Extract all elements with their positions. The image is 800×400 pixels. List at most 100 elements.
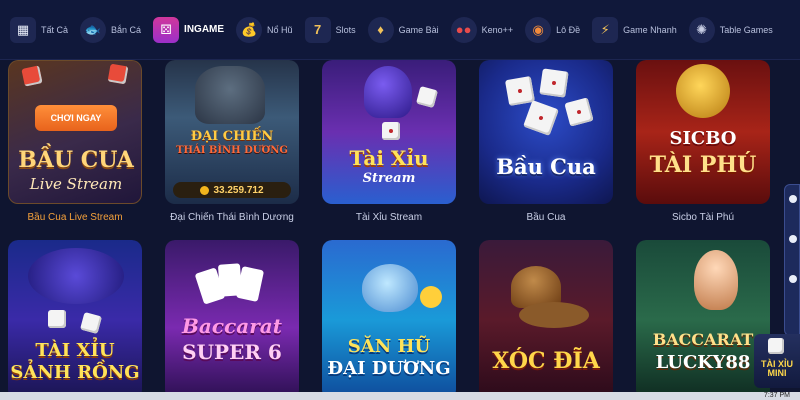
dice-icon [768,338,784,354]
tab-label: Lô Đề [556,24,581,35]
tab-label: Tất Cả [41,24,69,35]
game-card-tai-xiu-stream[interactable]: Tài Xỉu Stream [322,60,456,230]
game-art-subtitle: TÀI PHÚ [649,152,757,178]
pufferfish-icon [420,286,442,308]
tab-label: INGAME [184,24,225,35]
taskbar-clock: 7:37 PM [763,392,790,399]
dice-icon [21,65,43,87]
game-thumbnail: TÀI XỈU SẢNH RỒNG [8,240,142,400]
game-art-title: ĐẠI CHIẾN [190,129,274,144]
card-icon: ♦ [367,16,394,43]
tab-tat-ca[interactable]: ▦ Tất Cả [6,10,74,50]
game-title[interactable]: Tài Xỉu Stream [322,212,456,223]
floating-side-menu[interactable] [784,184,800,336]
roulette-icon: ✺ [688,16,715,43]
play-now-button[interactable]: CHƠI NGAY [35,105,117,131]
game-art-title: BẦU CUA [18,147,134,173]
dice-icon: ⚄ [153,16,180,43]
slot-seven-icon: 7 [304,16,331,43]
game-card-bau-cua[interactable]: Bầu Cua [479,60,613,230]
tab-keno[interactable]: ●● Keno++ [447,10,520,50]
game-art-title: TÀI XỈU [35,340,115,361]
tab-game-bai[interactable]: ♦ Game Bài [364,10,445,50]
game-card-dai-chien[interactable]: ĐẠI CHIẾN THÁI BÌNH DƯƠNG 33.259.712 [165,60,299,230]
game-grid: CHƠI NGAY BẦU CUA Live Stream Bầu Cua Li… [0,60,800,400]
keno-balls-icon: ●● [450,16,477,43]
game-card-san-hu-dai-duong[interactable]: SĂN HŨ ĐẠI DƯƠNG [322,240,456,400]
game-art-title: SĂN HŨ [347,336,431,357]
game-art-title: XÓC ĐĨA [492,348,600,374]
game-card-sicbo-tai-phu[interactable]: SICBO TÀI PHÚ [636,60,770,230]
game-title[interactable]: Sicbo Tài Phú [636,212,770,223]
plate-icon [519,302,589,328]
game-title[interactable]: Đại Chiến Thái Bình Dương [165,212,299,223]
tab-lo-de[interactable]: ◉ Lô Đề [521,10,586,50]
money-bag-icon: 💰 [236,16,263,43]
tab-table-games[interactable]: ✺ Table Games [685,10,779,50]
game-art-title: Baccarat [182,314,282,338]
jackpot-amount: 33.259.712 [213,184,264,196]
game-thumbnail: BACCARAT LUCKY88 [636,240,770,400]
tab-game-nhanh[interactable]: ⚡ Game Nhanh [588,10,683,50]
grid-icon: ▦ [10,16,36,43]
category-bar: ▦ Tất Cả 🐟 Bắn Cá ⚄ INGAME 💰 Nổ Hũ 7 Slo… [0,0,800,60]
game-thumbnail: Tài Xỉu Stream [322,60,456,204]
tab-label: Nổ Hũ [267,24,293,35]
tab-label: Table Games [719,24,773,35]
tab-label: Game Nhanh [623,24,677,35]
menu-dot-icon [789,275,797,283]
dice-icon [79,311,103,335]
tab-label: Slots [335,24,356,35]
game-card-tai-xiu-sanh-rong[interactable]: TÀI XỈU SẢNH RỒNG [8,240,142,400]
lightning-icon: ⚡ [592,16,619,43]
game-art-subtitle: Stream [362,171,416,186]
game-title[interactable]: Bầu Cua [479,212,613,223]
os-taskbar: 7:37 PM [0,392,800,400]
dice-icon [523,100,559,136]
game-art-subtitle: SẢNH RỒNG [10,362,140,383]
tab-ban-ca[interactable]: 🐟 Bắn Cá [76,10,147,50]
shark-icon [362,264,418,312]
tai-xiu-mini-launcher[interactable]: TÀI XỈU MINI [754,334,800,388]
game-art-title: SICBO [669,128,737,149]
game-art-title: Tài Xỉu [349,146,429,170]
game-card-bau-cua-live[interactable]: CHƠI NGAY BẦU CUA Live Stream [8,60,142,230]
dice-cup-icon [364,66,412,118]
game-art-subtitle: THÁI BÌNH DƯƠNG [176,145,288,156]
menu-dot-icon [789,235,797,243]
tab-label: Game Bài [398,24,439,35]
dice-icon [564,97,594,127]
dice-icon [504,75,536,107]
game-art-title: BACCARAT [652,330,754,349]
game-title[interactable]: Bầu Cua Live Stream [8,212,142,223]
dice-icon [539,68,569,98]
game-card-baccarat-super6[interactable]: Baccarat SUPER 6 [165,240,299,400]
game-art-title: Bầu Cua [496,154,596,179]
dice-icon [382,122,400,140]
game-thumbnail: Baccarat SUPER 6 [165,240,299,400]
game-thumbnail: SĂN HŨ ĐẠI DƯƠNG [322,240,456,400]
menu-dot-icon [789,195,797,203]
game-art-subtitle: ĐẠI DƯƠNG [327,358,451,379]
dice-icon [48,310,66,328]
dice-icon [107,63,129,85]
dragon-icon [28,248,124,304]
game-thumbnail: ĐẠI CHIẾN THÁI BÌNH DƯƠNG 33.259.712 [165,60,299,204]
game-art-subtitle: SUPER 6 [182,340,282,364]
tab-slots[interactable]: 7 Slots [301,10,362,50]
mini-badge-line2: MINI [767,368,787,378]
game-thumbnail: Bầu Cua [479,60,613,204]
tab-label: Bắn Cá [111,24,142,35]
game-art-subtitle: Live Stream [29,175,123,193]
game-card-baccarat-lucky88[interactable]: BACCARAT LUCKY88 [636,240,770,400]
dice-icon [415,85,439,109]
tab-label: Keno++ [481,24,514,35]
tab-ingame[interactable]: ⚄ INGAME [149,10,230,50]
fish-icon: 🐟 [80,16,107,43]
tab-no-hu[interactable]: 💰 Nổ Hũ [232,10,299,50]
dealer-avatar [694,250,738,310]
monster-icon [195,66,265,124]
game-card-xoc-dia[interactable]: XÓC ĐĨA [479,240,613,400]
game-art-subtitle: LUCKY88 [655,352,751,373]
game-thumbnail: SICBO TÀI PHÚ [636,60,770,204]
